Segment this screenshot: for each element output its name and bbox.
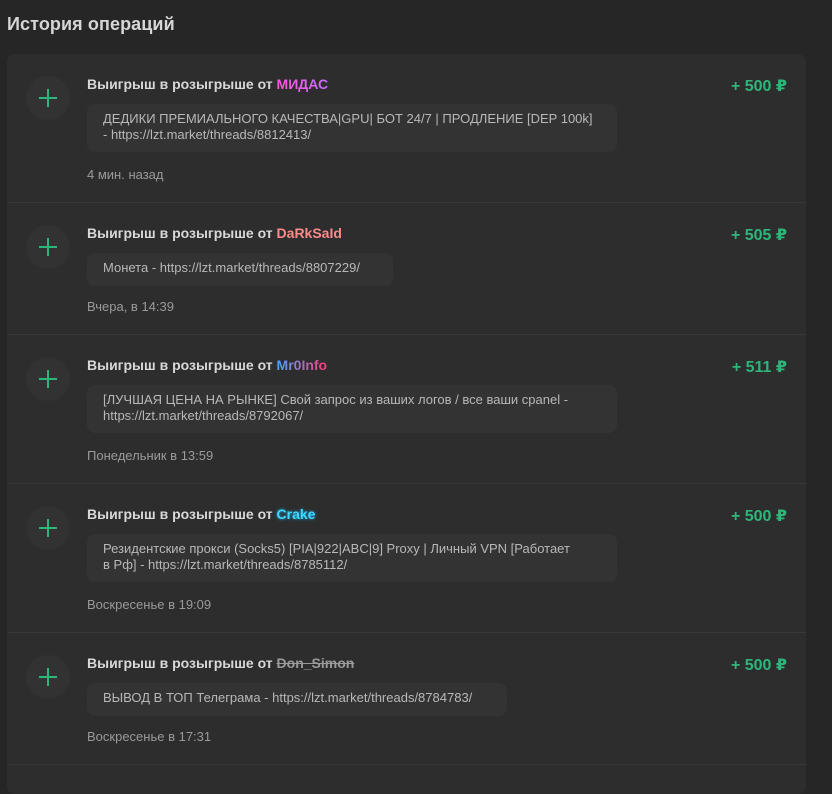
operation-comment[interactable]: ДЕДИКИ ПРЕМИАЛЬНОГО КАЧЕСТВА|GPU| БОТ 24…	[87, 104, 617, 152]
plus-icon	[26, 655, 70, 699]
operation-title-prefix: Выигрыш в розыгрыше от	[87, 225, 273, 241]
operation-time: Понедельник в 13:59	[87, 448, 214, 463]
operation-item: Выигрыш в розыгрыше от Crake + 500 ₽ Рез…	[7, 484, 806, 633]
plus-icon	[26, 225, 70, 269]
user-link[interactable]: МИДАС	[277, 76, 329, 92]
operation-time: Вчера, в 14:39	[87, 299, 174, 314]
operation-time: Воскресенье в 17:31	[87, 729, 212, 744]
plus-icon	[26, 76, 70, 120]
operation-title: Выигрыш в розыгрыше от DaRkSaId	[87, 225, 342, 241]
operation-amount: + 500 ₽	[730, 508, 787, 525]
operation-comment[interactable]: [ЛУЧШАЯ ЦЕНА НА РЫНКЕ] Свой запрос из ва…	[87, 385, 617, 433]
operation-comment[interactable]: Монета - https://lzt.market/threads/8807…	[87, 253, 393, 286]
plus-icon	[26, 506, 70, 550]
user-link[interactable]: Crake	[277, 506, 316, 522]
operation-item: Выигрыш в розыгрыше от МИДАС + 500 ₽ ДЕД…	[7, 54, 806, 203]
operation-item: Выигрыш в розыгрыше от Don_Simon + 500 ₽…	[7, 633, 806, 765]
page-title: История операций	[7, 14, 175, 34]
operation-title-prefix: Выигрыш в розыгрыше от	[87, 655, 273, 671]
user-link[interactable]: Mr0Info	[277, 357, 328, 373]
operation-comment[interactable]: Резидентские прокси (Socks5) [PIA|922|AB…	[87, 534, 617, 582]
operation-title: Выигрыш в розыгрыше от Don_Simon	[87, 655, 354, 671]
operation-item: Выигрыш в розыгрыше от DaRkSaId + 505 ₽ …	[7, 203, 806, 335]
operation-title: Выигрыш в розыгрыше от Mr0Info	[87, 357, 327, 373]
operations-list: Выигрыш в розыгрыше от МИДАС + 500 ₽ ДЕД…	[7, 54, 806, 794]
operation-amount: + 500 ₽	[730, 657, 787, 674]
operation-title-prefix: Выигрыш в розыгрыше от	[87, 506, 273, 522]
operation-amount: + 511 ₽	[731, 359, 787, 376]
operation-title: Выигрыш в розыгрыше от МИДАС	[87, 76, 328, 92]
operation-time: Воскресенье в 19:09	[87, 597, 212, 612]
operation-comment[interactable]: ВЫВОД В ТОП Телеграма - https://lzt.mark…	[87, 683, 507, 716]
operation-amount: + 505 ₽	[730, 227, 787, 244]
operation-time: 4 мин. назад	[87, 167, 164, 182]
operation-title-prefix: Выигрыш в розыгрыше от	[87, 76, 273, 92]
operation-title: Выигрыш в розыгрыше от Crake	[87, 506, 315, 522]
plus-icon	[26, 357, 70, 401]
operation-title-prefix: Выигрыш в розыгрыше от	[87, 357, 273, 373]
user-link[interactable]: Don_Simon	[277, 655, 355, 671]
operation-amount: + 500 ₽	[730, 78, 787, 95]
user-link[interactable]: DaRkSaId	[277, 225, 342, 241]
operation-item: Выигрыш в розыгрыше от Mr0Info + 511 ₽ […	[7, 335, 806, 484]
